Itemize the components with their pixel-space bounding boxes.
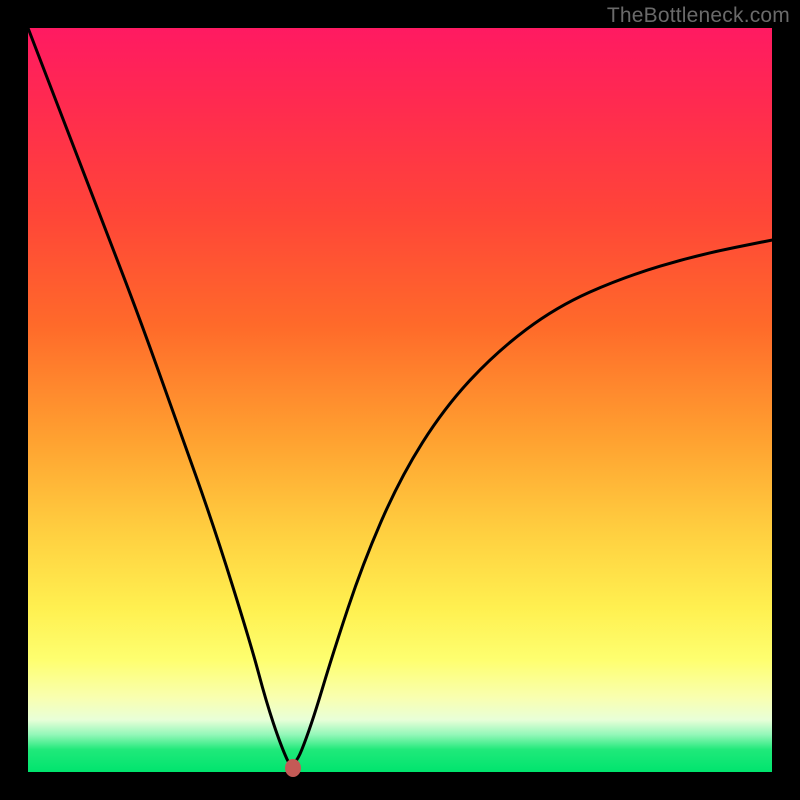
chart-container: TheBottleneck.com <box>0 0 800 800</box>
watermark-text: TheBottleneck.com <box>607 4 790 28</box>
plot-area <box>28 28 772 772</box>
minimum-marker <box>285 759 301 777</box>
bottleneck-curve <box>28 28 772 772</box>
